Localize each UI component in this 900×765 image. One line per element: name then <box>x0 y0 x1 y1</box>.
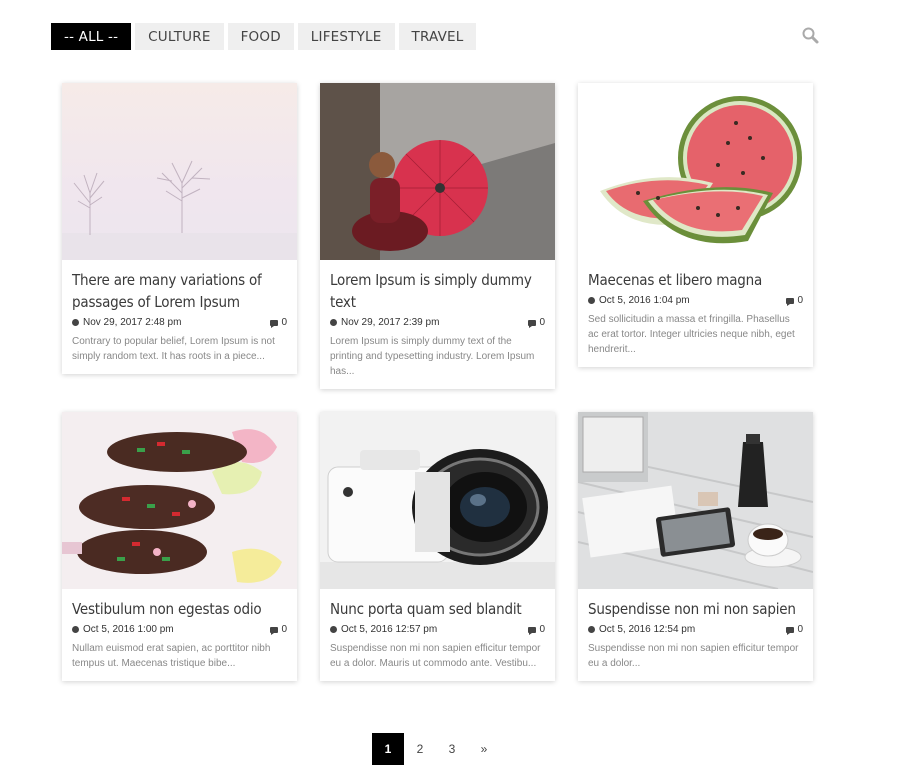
post-title[interactable]: Nunc porta quam sed blandit <box>330 598 545 620</box>
page-1-link[interactable]: 1 <box>372 733 404 765</box>
post-excerpt: Sed sollicitudin a massa et fringilla. P… <box>588 314 795 355</box>
post-thumbnail[interactable] <box>62 83 297 260</box>
post-title[interactable]: There are many variations of passages of… <box>72 269 287 313</box>
clock-icon <box>72 319 79 326</box>
filter-all[interactable]: -- ALL -- <box>51 23 132 50</box>
post-card: Maecenas et libero magna Oct 5, 2016 1:0… <box>578 83 813 367</box>
post-title[interactable]: Maecenas et libero magna <box>588 269 803 291</box>
post-date: Oct 5, 2016 1:00 pm <box>72 624 174 635</box>
next-page-link[interactable]: » <box>468 733 500 765</box>
camera-image <box>320 412 555 589</box>
post-date-text: Oct 5, 2016 1:00 pm <box>83 624 174 635</box>
post-excerpt: Nullam euismod erat sapien, ac porttitor… <box>72 643 271 669</box>
pagination: 1 2 3 » <box>372 733 500 765</box>
post-date-text: Oct 5, 2016 12:54 pm <box>599 624 696 635</box>
post-date: Oct 5, 2016 12:54 pm <box>588 624 695 635</box>
post-title[interactable]: Lorem Ipsum is simply dummy text <box>330 269 545 313</box>
post-date-text: Oct 5, 2016 12:57 pm <box>341 624 438 635</box>
post-excerpt: Lorem Ipsum is simply dummy text of the … <box>330 336 535 377</box>
clock-icon <box>330 626 337 633</box>
filter-food[interactable]: FOOD <box>227 23 294 50</box>
post-card: Vestibulum non egestas odio Oct 5, 2016 … <box>62 412 297 681</box>
comment-count[interactable]: 0 <box>270 624 287 635</box>
post-card: Lorem Ipsum is simply dummy text Nov 29,… <box>320 83 555 389</box>
post-title[interactable]: Suspendisse non mi non sapien <box>588 598 803 620</box>
comment-count-text: 0 <box>539 317 545 328</box>
post-card: Suspendisse non mi non sapien Oct 5, 201… <box>578 412 813 681</box>
post-date-text: Oct 5, 2016 1:04 pm <box>599 295 690 306</box>
monk-umbrella-image <box>320 83 555 260</box>
post-excerpt: Contrary to popular belief, Lorem Ipsum … <box>72 336 275 362</box>
filter-lifestyle[interactable]: LIFESTYLE <box>297 23 395 50</box>
search-icon <box>802 27 819 44</box>
post-date: Nov 29, 2017 2:39 pm <box>330 317 439 328</box>
post-title[interactable]: Vestibulum non egestas odio <box>72 598 287 620</box>
post-excerpt: Suspendisse non mi non sapien efficitur … <box>588 643 799 669</box>
comment-count-text: 0 <box>281 317 287 328</box>
comment-count[interactable]: 0 <box>786 295 803 306</box>
watermelon-image <box>578 83 813 260</box>
filter-travel[interactable]: TRAVEL <box>398 23 477 50</box>
post-date: Nov 29, 2017 2:48 pm <box>72 317 181 328</box>
filter-culture[interactable]: CULTURE <box>135 23 224 50</box>
post-card: There are many variations of passages of… <box>62 83 297 374</box>
comment-icon <box>528 319 537 328</box>
comment-count-text: 0 <box>797 295 803 306</box>
comment-count[interactable]: 0 <box>528 624 545 635</box>
clock-icon <box>588 297 595 304</box>
search-button[interactable] <box>800 25 822 47</box>
comment-icon <box>786 626 795 635</box>
post-date: Oct 5, 2016 1:04 pm <box>588 295 690 306</box>
page-2-link[interactable]: 2 <box>404 733 436 765</box>
category-filter-bar: -- ALL -- CULTURE FOOD LIFESTYLE TRAVEL <box>51 23 477 50</box>
comment-count-text: 0 <box>281 624 287 635</box>
post-date: Oct 5, 2016 12:57 pm <box>330 624 437 635</box>
post-thumbnail[interactable] <box>578 412 813 589</box>
clock-icon <box>72 626 79 633</box>
post-thumbnail[interactable] <box>62 412 297 589</box>
post-thumbnail[interactable] <box>320 83 555 260</box>
clock-icon <box>330 319 337 326</box>
comment-icon <box>528 626 537 635</box>
post-date-text: Nov 29, 2017 2:48 pm <box>83 317 182 328</box>
comment-count-text: 0 <box>797 624 803 635</box>
chocolate-candy-image <box>62 412 297 589</box>
desk-coffee-image <box>578 412 813 589</box>
comment-count[interactable]: 0 <box>786 624 803 635</box>
post-excerpt: Suspendisse non mi non sapien efficitur … <box>330 643 541 669</box>
clock-icon <box>588 626 595 633</box>
post-date-text: Nov 29, 2017 2:39 pm <box>341 317 440 328</box>
comment-count[interactable]: 0 <box>270 317 287 328</box>
comment-count-text: 0 <box>539 624 545 635</box>
comment-icon <box>786 297 795 306</box>
post-thumbnail[interactable] <box>320 412 555 589</box>
page-3-link[interactable]: 3 <box>436 733 468 765</box>
comment-icon <box>270 319 279 328</box>
comment-icon <box>270 626 279 635</box>
post-thumbnail[interactable] <box>578 83 813 260</box>
foggy-trees-image <box>62 83 297 260</box>
comment-count[interactable]: 0 <box>528 317 545 328</box>
post-card: Nunc porta quam sed blandit Oct 5, 2016 … <box>320 412 555 681</box>
